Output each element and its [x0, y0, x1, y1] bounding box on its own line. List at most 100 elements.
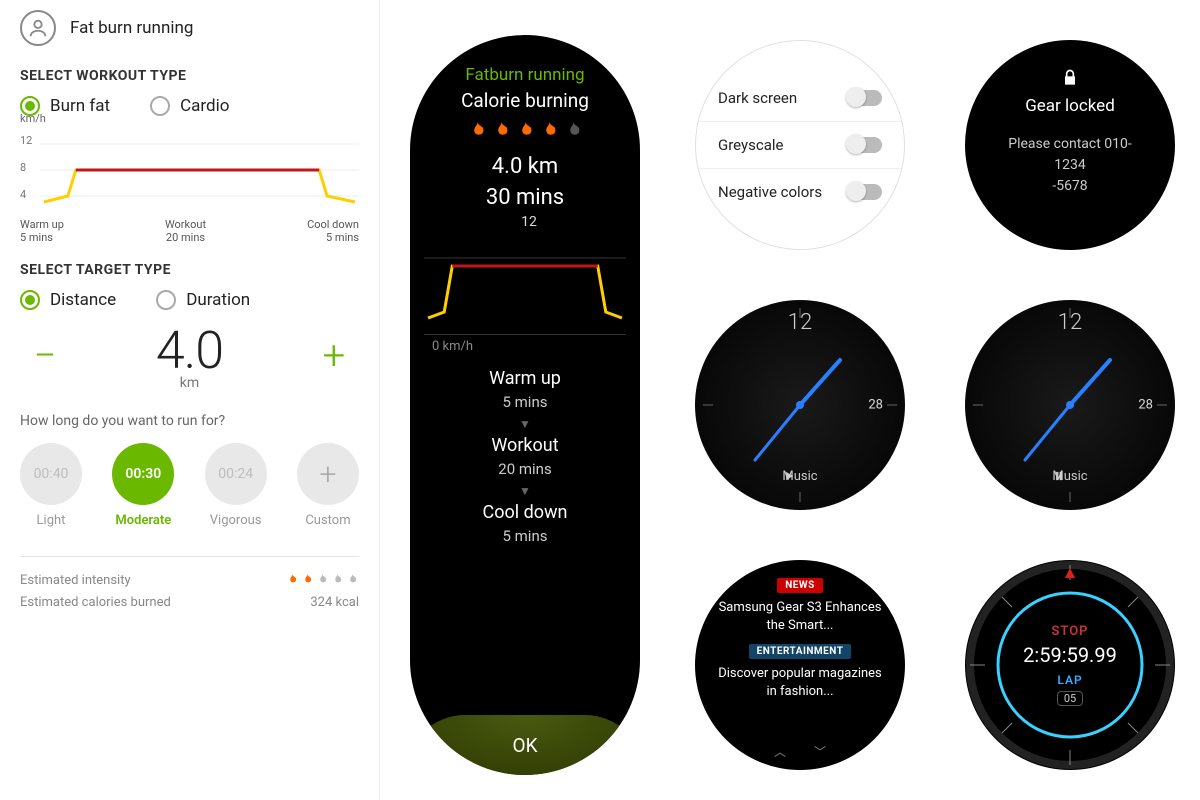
watch-stopwatch[interactable]: STOP 2:59:59.99 LAP 05	[965, 560, 1175, 770]
chart-ytick-bottom: 0 km/h	[424, 334, 626, 354]
phase-warmup: Warm up	[489, 368, 561, 389]
setting-label: Greyscale	[718, 136, 783, 154]
setting-dark-screen[interactable]: Dark screen	[696, 75, 904, 122]
news-tag: NEWS	[777, 578, 823, 593]
radio-cardio[interactable]: Cardio	[150, 96, 229, 116]
phase-warmup-dur: 5 mins	[503, 393, 548, 411]
chart-x-labels: Warm up5 mins Workout20 mins Cool down5 …	[20, 218, 359, 244]
avatar-icon	[20, 10, 56, 46]
ytick: 12	[20, 134, 32, 147]
locked-title: Gear locked	[1025, 96, 1115, 116]
phase-workout-dur: 20 mins	[498, 460, 551, 478]
warmup-label: Warm up	[20, 218, 64, 231]
flames-icon	[285, 573, 359, 587]
chart-y-ticks: 12 8 4	[20, 134, 32, 201]
workout-dur: 20 mins	[165, 231, 206, 244]
chart-ytick-top: 12	[513, 214, 537, 230]
run-duration-prompt: How long do you want to run for?	[20, 413, 359, 429]
page-title: Fat burn running	[70, 18, 193, 38]
plus-icon: +	[297, 443, 359, 505]
watch-speed-chart	[424, 248, 626, 330]
ok-button[interactable]: OK	[410, 715, 640, 775]
intensity-time: 00:40	[20, 443, 82, 505]
ytick: 4	[20, 188, 32, 201]
setting-greyscale[interactable]: Greyscale	[696, 122, 904, 169]
est-calories-label: Estimated calories burned	[20, 595, 171, 610]
watch-fatburn-detail: Fatburn running Calorie burning 4.0 km 3…	[410, 35, 640, 775]
toggle-off-icon[interactable]	[848, 184, 882, 200]
watch-analog-music-play[interactable]: 12 28 Music	[695, 300, 905, 510]
news-headline: Samsung Gear S3 Enhances the Smart...	[715, 599, 885, 634]
chevron-up-icon[interactable]: ︿	[774, 743, 786, 760]
phone-header: Fat burn running	[20, 10, 359, 46]
phone-speed-chart: km/h 12 8 4	[20, 126, 359, 216]
flames-icon	[466, 120, 584, 142]
radio-duration[interactable]: Duration	[156, 290, 250, 310]
intensity-vigorous[interactable]: 00:24 Vigorous	[205, 443, 267, 528]
stepper-value: 4.0 km	[156, 320, 223, 391]
watch-accessibility-settings: Dark screen Greyscale Negative colors	[695, 40, 905, 250]
radio-distance[interactable]: Distance	[20, 290, 116, 310]
cooldown-dur: 5 mins	[307, 231, 359, 244]
intensity-time: 00:30	[112, 443, 174, 505]
watch-news-feed[interactable]: NEWS Samsung Gear S3 Enhances the Smart.…	[695, 560, 905, 770]
toggle-off-icon[interactable]	[848, 137, 882, 153]
stepper-plus-button[interactable]: +	[309, 332, 359, 379]
stop-button[interactable]: STOP	[1023, 624, 1117, 639]
phase-cooldown-dur: 5 mins	[503, 527, 548, 545]
radio-off-icon	[150, 96, 170, 116]
intensity-light[interactable]: 00:40 Light	[20, 443, 82, 528]
stepper-minus-button[interactable]: −	[20, 332, 70, 379]
intensity-moderate[interactable]: 00:30 Moderate	[112, 443, 174, 528]
entertainment-text: Discover popular magazines in fashion...	[715, 665, 885, 700]
chevron-down-icon[interactable]: ﹀	[814, 743, 826, 760]
stopwatch-time: 2:59:59.99	[1023, 643, 1117, 667]
pill-subtitle: Calorie burning	[461, 89, 589, 112]
locked-message: Please contact 010-1234 -5678	[965, 134, 1175, 197]
news-nav: ︿ ﹀	[774, 743, 826, 760]
chevron-down-icon: ▼	[519, 417, 531, 431]
workout-type-radios: Burn fat Cardio	[20, 96, 359, 116]
toggle-off-icon[interactable]	[848, 90, 882, 106]
stepper-number: 4.0	[156, 320, 223, 381]
warmup-dur: 5 mins	[20, 231, 64, 244]
watch-faces-grid: Fatburn running Calorie burning 4.0 km 3…	[380, 0, 1200, 800]
stopwatch-readout: STOP 2:59:59.99 LAP 05	[1023, 624, 1117, 706]
est-intensity-label: Estimated intensity	[20, 573, 131, 588]
watch-locked[interactable]: Gear locked Please contact 010-1234 -567…	[965, 40, 1175, 250]
chevron-down-icon: ▼	[519, 484, 531, 498]
music-widget[interactable]: Music	[1052, 469, 1087, 484]
music-widget[interactable]: Music	[782, 469, 817, 484]
radio-on-icon	[20, 290, 40, 310]
setting-negative-colors[interactable]: Negative colors	[696, 169, 904, 215]
lock-icon	[1060, 68, 1080, 88]
intensity-time: 00:24	[205, 443, 267, 505]
pause-icon	[1052, 469, 1066, 483]
phase-workout: Workout	[491, 435, 558, 456]
intensity-label: Custom	[305, 513, 350, 528]
est-calories-value: 324 kcal	[310, 595, 359, 610]
section-target-type: SELECT TARGET TYPE	[20, 262, 359, 278]
intensity-label: Moderate	[115, 513, 171, 528]
locked-msg-line: -5678	[1052, 178, 1087, 194]
intensity-custom[interactable]: + Custom	[297, 443, 359, 528]
setting-label: Dark screen	[718, 89, 797, 107]
pill-distance: 4.0 km	[492, 152, 558, 183]
radio-label: Duration	[186, 290, 250, 310]
chart-y-unit: km/h	[20, 112, 46, 125]
phone-panel: Fat burn running SELECT WORKOUT TYPE Bur…	[0, 0, 380, 800]
target-type-radios: Distance Duration	[20, 290, 359, 310]
phases-list: Warm up 5 mins ▼ Workout 20 mins ▼ Cool …	[483, 368, 568, 547]
ok-label: OK	[513, 734, 538, 757]
pill-duration: 30 mins	[486, 183, 564, 214]
cooldown-label: Cool down	[307, 218, 359, 231]
watch-pill-panel: Fatburn running Calorie burning 4.0 km 3…	[410, 35, 640, 775]
intensity-options: 00:40 Light 00:30 Moderate 00:24 Vigorou…	[20, 443, 359, 528]
phase-cooldown: Cool down	[483, 502, 568, 523]
ytick: 8	[20, 161, 32, 174]
radio-off-icon	[156, 290, 176, 310]
pill-title: Fatburn running	[465, 65, 584, 85]
watch-analog-music-pause[interactable]: 12 28 Music	[965, 300, 1175, 510]
radio-label: Burn fat	[50, 96, 110, 116]
lap-button[interactable]: LAP	[1023, 673, 1117, 687]
